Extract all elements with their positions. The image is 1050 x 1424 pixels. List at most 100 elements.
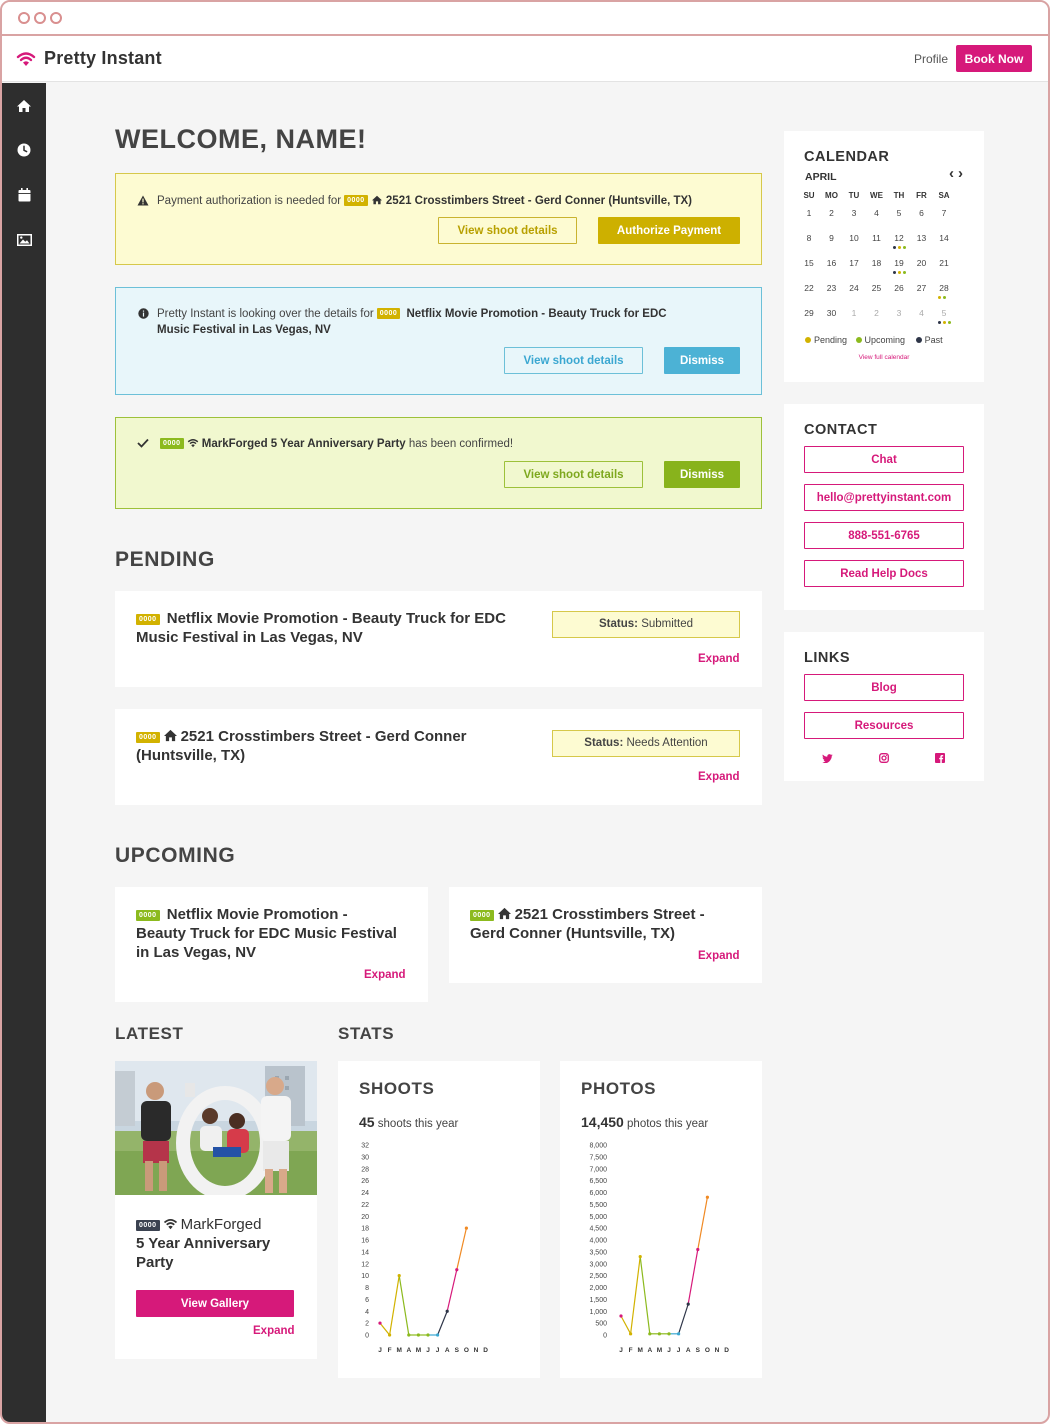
authorize-payment-button[interactable]: Authorize Payment	[598, 217, 740, 244]
y-tick-label: 7,000	[589, 1166, 607, 1173]
alert-text: Pretty Instant is looking over the detai…	[157, 308, 374, 320]
warning-icon	[137, 195, 149, 207]
calendar-day[interactable]: 13	[911, 233, 933, 243]
calendar-day[interactable]: 27	[911, 283, 933, 293]
help-docs-button[interactable]: Read Help Docs	[804, 560, 964, 587]
alert-shoot-name[interactable]: MarkForged 5 Year Anniversary Party	[202, 438, 406, 450]
window-close-button[interactable]	[18, 12, 30, 24]
view-shoot-details-button[interactable]: View shoot details	[504, 347, 643, 374]
calendar-day[interactable]: 2	[821, 208, 843, 218]
past-dot-icon	[915, 337, 922, 343]
latest-shoot-title: 0000 MarkForged 5 Year Anniversary Party	[136, 1215, 270, 1272]
resources-button[interactable]: Resources	[804, 712, 964, 739]
calendar-day[interactable]: 5	[933, 308, 955, 318]
calendar-day[interactable]: 3	[888, 308, 910, 318]
shoots-count-suffix: shoots this year	[377, 1118, 459, 1130]
calendar-day[interactable]: 23	[821, 283, 843, 293]
calendar-icon[interactable]	[15, 186, 33, 204]
book-now-button[interactable]: Book Now	[956, 45, 1032, 72]
data-point	[388, 1333, 392, 1337]
alert-shoot-name[interactable]: Netflix Movie Promotion - Beauty Truck f…	[406, 308, 666, 320]
calendar-day[interactable]: 1	[843, 308, 865, 318]
links-title: LINKS	[804, 650, 850, 666]
dismiss-button[interactable]: Dismiss	[664, 461, 740, 488]
calendar-next-button[interactable]: ›	[958, 166, 963, 181]
series-line-segment	[446, 1269, 458, 1312]
phone-button[interactable]: 888-551-6765	[804, 522, 964, 549]
view-shoot-details-button[interactable]: View shoot details	[438, 217, 577, 244]
series-line-segment	[620, 1315, 632, 1335]
x-tick-label: M	[416, 1347, 421, 1354]
contact-title: CONTACT	[804, 422, 878, 438]
calendar-day[interactable]: 1	[798, 208, 820, 218]
expand-link[interactable]: Expand	[698, 950, 740, 962]
calendar-day[interactable]: 7	[933, 208, 955, 218]
calendar-day[interactable]: 8	[798, 233, 820, 243]
calendar-day[interactable]: 11	[866, 233, 888, 243]
latest-heading: LATEST	[115, 1024, 184, 1043]
expand-link[interactable]: Expand	[698, 653, 740, 665]
calendar-prev-button[interactable]: ‹	[949, 166, 954, 181]
upcoming-card[interactable]: 0000 Netflix Movie Promotion - Beauty Tr…	[115, 887, 428, 1002]
calendar-day[interactable]: 25	[866, 283, 888, 293]
calendar-day[interactable]: 29	[798, 308, 820, 318]
calendar-day[interactable]: 26	[888, 283, 910, 293]
home-icon[interactable]	[15, 97, 33, 115]
series-line-segment	[437, 1311, 448, 1336]
calendar-day[interactable]: 10	[843, 233, 865, 243]
full-calendar-link[interactable]: View full calendar	[784, 354, 984, 361]
expand-link[interactable]: Expand	[364, 969, 406, 981]
expand-link[interactable]: Expand	[698, 771, 740, 783]
pending-card[interactable]: 0000 2521 Crosstimbers Street - Gerd Conn…	[115, 709, 762, 805]
calendar-day[interactable]: 4	[911, 308, 933, 318]
data-point	[667, 1332, 671, 1336]
alert-shoot-name[interactable]: 2521 Crosstimbers Street - Gerd Conner (…	[386, 195, 692, 207]
calendar-day[interactable]: 3	[843, 208, 865, 218]
shoot-id-badge: 0000	[136, 909, 160, 921]
calendar-day[interactable]: 6	[911, 208, 933, 218]
calendar-day[interactable]: 2	[866, 308, 888, 318]
window-zoom-button[interactable]	[50, 12, 62, 24]
chat-button[interactable]: Chat	[804, 446, 964, 473]
instagram-icon[interactable]	[879, 750, 889, 768]
calendar-day[interactable]: 9	[821, 233, 843, 243]
facebook-icon[interactable]	[935, 750, 945, 768]
twitter-icon[interactable]	[822, 750, 833, 768]
alert-shoot-name-line2[interactable]: Music Festival in Las Vegas, NV	[157, 324, 331, 336]
view-shoot-details-button[interactable]: View shoot details	[504, 461, 643, 488]
calendar-day[interactable]: 5	[888, 208, 910, 218]
blog-button[interactable]: Blog	[804, 674, 964, 701]
calendar-day[interactable]: 4	[866, 208, 888, 218]
calendar-day[interactable]: 19	[888, 258, 910, 268]
y-tick-label: 1,500	[589, 1297, 607, 1304]
calendar-day[interactable]: 28	[933, 283, 955, 293]
calendar-day[interactable]: 21	[933, 258, 955, 268]
calendar-day[interactable]: 17	[843, 258, 865, 268]
calendar-event-dot	[893, 271, 896, 274]
image-icon[interactable]	[15, 231, 33, 249]
calendar-day[interactable]: 24	[843, 283, 865, 293]
calendar-event-dot	[903, 271, 906, 274]
calendar-day[interactable]: 30	[821, 308, 843, 318]
calendar-day[interactable]: 16	[821, 258, 843, 268]
view-gallery-button[interactable]: View Gallery	[136, 1290, 294, 1317]
x-tick-label: M	[396, 1347, 401, 1354]
email-button[interactable]: hello@prettyinstant.com	[804, 484, 964, 511]
calendar-day[interactable]: 12	[888, 233, 910, 243]
calendar-day[interactable]: 15	[798, 258, 820, 268]
shoot-title: MarkForged	[180, 1216, 262, 1233]
brand-logo[interactable]: Pretty Instant	[16, 48, 162, 69]
calendar-day[interactable]: 14	[933, 233, 955, 243]
shoot-id-badge: 0000	[344, 195, 368, 207]
clock-icon[interactable]	[15, 141, 33, 159]
calendar-day[interactable]: 20	[911, 258, 933, 268]
pending-card[interactable]: 0000 Netflix Movie Promotion - Beauty Tr…	[115, 591, 762, 687]
window-minimize-button[interactable]	[34, 12, 46, 24]
calendar-day[interactable]: 18	[866, 258, 888, 268]
expand-link[interactable]: Expand	[253, 1325, 295, 1337]
dismiss-button[interactable]: Dismiss	[664, 347, 740, 374]
latest-event-photo[interactable]	[115, 1061, 317, 1195]
calendar-day[interactable]: 22	[798, 283, 820, 293]
upcoming-card[interactable]: 0000 2521 Crosstimbers Street - Gerd Conn…	[449, 887, 762, 983]
profile-link[interactable]: Profile	[914, 52, 948, 66]
